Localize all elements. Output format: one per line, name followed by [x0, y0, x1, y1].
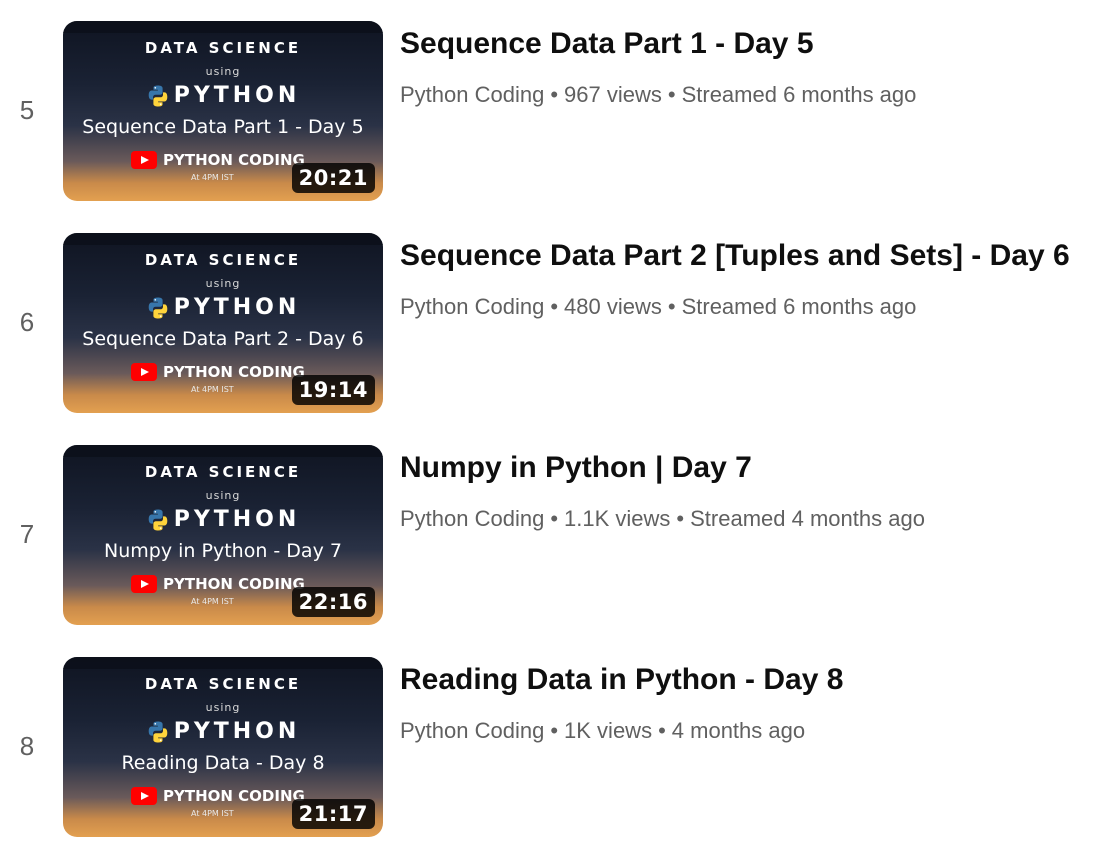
video-title[interactable]: Reading Data in Python - Day 8 [400, 661, 1092, 699]
video-thumbnail[interactable]: DATA SCIENCE using PYTHON Reading Data -… [63, 657, 383, 837]
channel-name-link[interactable]: Python Coding [400, 294, 544, 319]
youtube-logo-icon [131, 787, 157, 805]
playlist-item[interactable]: 5 DATA SCIENCE using PYTHON Sequence Dat… [0, 21, 1102, 201]
thumbnail-header-text: DATA SCIENCE [144, 463, 302, 481]
playlist-video-list: 5 DATA SCIENCE using PYTHON Sequence Dat… [0, 0, 1102, 860]
thumbnail-header-text: DATA SCIENCE [144, 675, 302, 693]
meta-separator: • [667, 82, 676, 107]
thumbnail-using-text: using [205, 489, 241, 502]
thumbnail-top-band [63, 21, 383, 33]
thumbnail-channel-text: PYTHON CODING [163, 151, 305, 169]
youtube-logo-icon [131, 575, 157, 593]
thumbnail-python-heading: PYTHON [63, 295, 383, 320]
meta-separator: • [550, 506, 559, 531]
thumbnail-time-text: At 4PM IST [191, 385, 234, 394]
video-thumbnail[interactable]: DATA SCIENCE using PYTHON Sequence Data … [63, 21, 383, 201]
published-time: Streamed 6 months ago [681, 294, 917, 319]
channel-name-link[interactable]: Python Coding [400, 506, 544, 531]
channel-name-link[interactable]: Python Coding [400, 82, 544, 107]
video-metadata: Python Coding • 1K views • 4 months ago [400, 717, 1092, 745]
view-count: 1.1K views [564, 506, 671, 531]
meta-separator: • [658, 718, 666, 743]
thumbnail-channel-text: PYTHON CODING [163, 363, 305, 381]
video-metadata: Python Coding • 967 views • Streamed 6 month… [400, 81, 1092, 109]
thumbnail-python-heading: PYTHON [63, 507, 383, 532]
thumbnail-topic-text: Reading Data - Day 8 [121, 752, 325, 774]
video-thumbnail[interactable]: DATA SCIENCE using PYTHON Sequence Data … [63, 233, 383, 413]
thumbnail-using-text: using [205, 277, 241, 290]
published-time: Streamed 6 months ago [681, 82, 917, 107]
published-time: Streamed 4 months ago [690, 506, 925, 531]
thumbnail-python-text: PYTHON [173, 295, 301, 320]
video-details: Sequence Data Part 1 - Day 5 Python Codi… [400, 25, 1092, 109]
video-title[interactable]: Sequence Data Part 2 [Tuples and Sets] -… [400, 237, 1092, 275]
video-duration-badge: 21:17 [291, 799, 375, 829]
python-logo-icon [148, 85, 168, 106]
video-title[interactable]: Sequence Data Part 1 - Day 5 [400, 25, 1092, 63]
channel-name-link[interactable]: Python Coding [400, 718, 544, 743]
video-metadata: Python Coding • 480 views • Streamed 6 month… [400, 293, 1092, 321]
video-title[interactable]: Numpy in Python | Day 7 [400, 449, 1092, 487]
thumbnail-top-band [63, 233, 383, 245]
thumbnail-channel-brand: PYTHON CODING [131, 363, 305, 381]
video-details: Numpy in Python | Day 7 Python Coding • 1.… [400, 449, 1092, 533]
thumbnail-channel-text: PYTHON CODING [163, 575, 305, 593]
thumbnail-using-text: using [205, 701, 241, 714]
thumbnail-topic-text: Sequence Data Part 1 - Day 5 [82, 116, 364, 138]
thumbnail-channel-brand: PYTHON CODING [131, 787, 305, 805]
thumbnail-python-text: PYTHON [173, 83, 301, 108]
playlist-item[interactable]: 7 DATA SCIENCE using PYTHON Numpy in Pyt… [0, 445, 1102, 625]
thumbnail-header-text: DATA SCIENCE [144, 39, 302, 57]
meta-separator: • [550, 294, 559, 319]
published-time: 4 months ago [671, 718, 806, 743]
python-logo-icon [148, 297, 168, 318]
video-index: 8 [19, 731, 35, 761]
view-count: 1K views [564, 718, 653, 743]
python-logo-icon [148, 721, 168, 742]
thumbnail-channel-text: PYTHON CODING [163, 787, 305, 805]
thumbnail-time-text: At 4PM IST [191, 809, 234, 818]
video-index: 7 [19, 519, 35, 549]
thumbnail-python-heading: PYTHON [63, 719, 383, 744]
thumbnail-python-heading: PYTHON [63, 83, 383, 108]
thumbnail-header-text: DATA SCIENCE [144, 251, 302, 269]
meta-separator: • [667, 294, 676, 319]
python-logo-icon [148, 509, 168, 530]
thumbnail-channel-brand: PYTHON CODING [131, 575, 305, 593]
video-index: 5 [19, 95, 35, 125]
video-thumbnail[interactable]: DATA SCIENCE using PYTHON Numpy in Pytho… [63, 445, 383, 625]
thumbnail-top-band [63, 657, 383, 669]
view-count: 967 views [564, 82, 662, 107]
thumbnail-topic-text: Numpy in Python - Day 7 [104, 540, 342, 562]
view-count: 480 views [564, 294, 662, 319]
thumbnail-python-text: PYTHON [173, 507, 301, 532]
thumbnail-time-text: At 4PM IST [191, 173, 234, 182]
video-duration-badge: 22:16 [291, 587, 375, 617]
playlist-item[interactable]: 6 DATA SCIENCE using PYTHON Sequence Dat… [0, 233, 1102, 413]
video-duration-badge: 19:14 [291, 375, 375, 405]
thumbnail-time-text: At 4PM IST [191, 597, 234, 606]
meta-separator: • [550, 82, 559, 107]
thumbnail-channel-brand: PYTHON CODING [131, 151, 305, 169]
video-details: Sequence Data Part 2 [Tuples and Sets] -… [400, 237, 1092, 321]
thumbnail-top-band [63, 445, 383, 457]
meta-separator: • [550, 718, 559, 743]
video-details: Reading Data in Python - Day 8 Python Co… [400, 661, 1092, 745]
thumbnail-topic-text: Sequence Data Part 2 - Day 6 [82, 328, 364, 350]
youtube-logo-icon [131, 363, 157, 381]
thumbnail-python-text: PYTHON [173, 719, 301, 744]
video-duration-badge: 20:21 [291, 163, 375, 193]
youtube-logo-icon [131, 151, 157, 169]
video-metadata: Python Coding • 1.1K views • Streamed 4 mont… [400, 505, 1092, 533]
video-index: 6 [19, 307, 35, 337]
thumbnail-using-text: using [205, 65, 241, 78]
meta-separator: • [676, 506, 685, 531]
playlist-item[interactable]: 8 DATA SCIENCE using PYTHON Reading Data… [0, 657, 1102, 837]
